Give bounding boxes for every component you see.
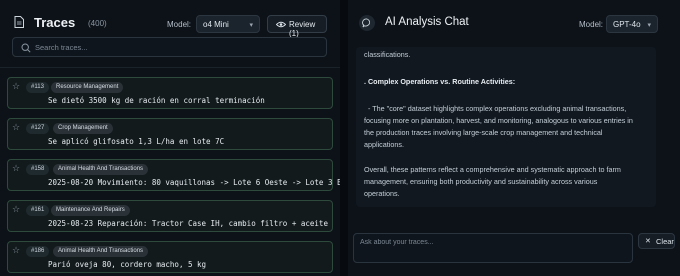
category-badge: Animal Health And Transactions <box>53 164 149 175</box>
star-icon[interactable]: ☆ <box>12 163 20 174</box>
trace-count: (400) <box>88 19 107 28</box>
trace-text: 2025-08-23 Reparación: Tractor Case IH, … <box>48 219 328 228</box>
search-input[interactable] <box>35 41 315 54</box>
eye-icon <box>276 21 286 28</box>
chat-panel: AI Analysis Chat Model: GPT-4o ▾ classif… <box>348 0 680 276</box>
trace-text: Se dietó 3500 kg de ración en corral ter… <box>48 96 265 105</box>
trace-text: 2025-08-20 Movimiento: 80 vaquillonas ->… <box>48 178 356 187</box>
category-badge: Maintenance And Repairs <box>51 205 130 216</box>
search-icon <box>21 43 31 53</box>
model-select[interactable]: o4 Mini ▾ <box>196 15 260 33</box>
message-line: classifications. <box>364 50 411 59</box>
chat-message: classifications. . Complex Operations vs… <box>356 47 656 207</box>
trace-card[interactable]: ☆ #186 Animal Health And Transactions Pa… <box>7 241 333 273</box>
message-line: - The "core" dataset highlights complex … <box>364 104 627 113</box>
chat-title: AI Analysis Chat <box>385 16 469 28</box>
model-label: Model: <box>167 20 192 29</box>
panel-divider[interactable] <box>340 0 348 276</box>
review-button[interactable]: Review (1) <box>267 15 327 38</box>
message-line: Overall, these patterns reflect a compre… <box>364 165 621 174</box>
close-icon: ✕ <box>645 238 651 245</box>
search-box <box>12 37 327 57</box>
category-badge: Animal Health And Transactions <box>53 246 149 257</box>
trace-card[interactable]: ☆ #113 Resource Management Se dietó 3500… <box>7 77 333 109</box>
category-badge: Resource Management <box>51 82 124 93</box>
chat-bubble-icon <box>359 15 375 31</box>
trace-card[interactable]: ☆ #161 Maintenance And Repairs 2025-08-2… <box>7 200 333 232</box>
clear-button[interactable]: ✕ Clear <box>638 233 675 249</box>
document-icon <box>14 16 24 28</box>
clear-label: Clear <box>656 237 674 246</box>
chat-input-box <box>353 233 633 263</box>
review-label: Review (1) <box>289 20 316 38</box>
divider <box>0 67 340 68</box>
model-label: Model: <box>579 20 604 29</box>
chat-model-select[interactable]: GPT-4o ▾ <box>606 15 658 33</box>
chevron-down-icon: ▾ <box>249 22 253 29</box>
message-line: management, ensuring both productivity a… <box>364 177 598 186</box>
star-icon[interactable]: ☆ <box>12 122 20 133</box>
star-icon[interactable]: ☆ <box>12 81 20 92</box>
page-title: Traces <box>34 15 76 30</box>
trace-card[interactable]: ☆ #127 Crop Management Se aplicó glifosa… <box>7 118 333 150</box>
message-line: applications. <box>364 140 404 149</box>
message-line: operations. <box>364 189 400 198</box>
trace-id-badge: #158 <box>26 164 50 175</box>
trace-card[interactable]: ☆ #158 Animal Health And Transactions 20… <box>7 159 355 191</box>
model-select-value: GPT-4o <box>613 20 641 29</box>
trace-id-badge: #127 <box>26 123 50 134</box>
trace-id-badge: #113 <box>26 82 49 93</box>
message-heading: . Complex Operations vs. Routine Activit… <box>364 77 516 86</box>
traces-panel: Traces (400) Model: o4 Mini ▾ Review (1)… <box>0 0 355 276</box>
trace-text: Parió oveja 80, cordero macho, 5 kg <box>48 260 207 269</box>
message-line: the production traces involving large-sc… <box>364 128 603 137</box>
star-icon[interactable]: ☆ <box>12 245 20 256</box>
chevron-down-icon: ▾ <box>647 22 651 29</box>
trace-text: Se aplicó glifosato 1,3 L/ha en lote 7C <box>48 137 225 146</box>
trace-id-badge: #186 <box>26 246 50 257</box>
trace-id-badge: #161 <box>26 205 50 216</box>
chat-input[interactable] <box>360 239 626 257</box>
message-line: focusing more on plantation, harvest, an… <box>364 116 633 125</box>
category-badge: Crop Management <box>53 123 113 134</box>
star-icon[interactable]: ☆ <box>12 204 20 215</box>
model-select-value: o4 Mini <box>203 20 229 29</box>
